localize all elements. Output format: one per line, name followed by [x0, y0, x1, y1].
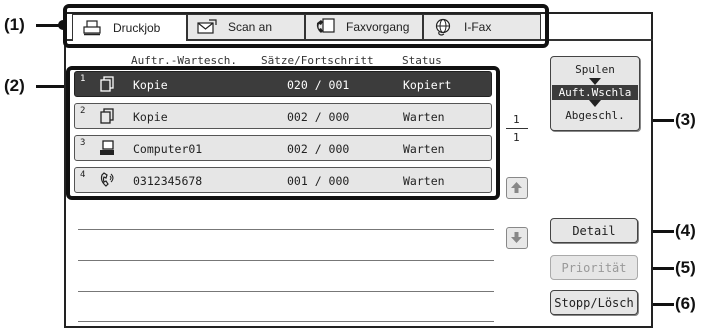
page-current: 1	[513, 113, 520, 126]
empty-row-line	[78, 321, 494, 322]
job-name: Kopie	[133, 110, 168, 124]
computer-icon	[99, 140, 115, 156]
priority-button[interactable]: Priorität	[550, 255, 638, 280]
job-row[interactable]: 4 0312345678 001 / 000 Warten	[74, 167, 492, 193]
job-number: 3	[80, 138, 86, 148]
header-queue: Auftr.-Wartesch.	[131, 54, 237, 67]
job-row[interactable]: 3 Computer01 002 / 000 Warten	[74, 135, 492, 161]
scroll-up-button[interactable]	[506, 177, 528, 199]
header-sets-progress: Sätze/Fortschritt	[261, 54, 374, 67]
job-status: Warten	[403, 174, 445, 188]
job-sets: 002 / 000	[287, 142, 350, 156]
job-number: 2	[80, 106, 86, 116]
page-total: 1	[513, 131, 520, 144]
job-sets: 002 / 000	[287, 110, 350, 124]
job-status: Warten	[403, 110, 445, 124]
stop-delete-button[interactable]: Stopp/Lösch	[550, 290, 638, 315]
arrow-up-icon	[511, 182, 522, 193]
empty-row-line	[78, 229, 494, 230]
callout-4: (4)	[675, 221, 696, 240]
job-status: Kopiert	[403, 78, 452, 92]
scroll-down-button[interactable]	[506, 227, 528, 249]
highlight-tabs	[63, 4, 549, 48]
job-status: Warten	[403, 142, 445, 156]
mode-complete-label: Abgeschl.	[565, 109, 625, 122]
empty-row-line	[78, 291, 494, 292]
job-name: 0312345678	[133, 174, 203, 188]
callout-6: (6)	[675, 294, 696, 313]
phone-icon	[99, 172, 115, 188]
triangle-down-icon	[589, 78, 601, 85]
job-name: Kopie	[133, 78, 168, 92]
job-list-mode-button[interactable]: Spulen Auft.Wschla Abgeschl.	[550, 56, 640, 131]
empty-row-line	[78, 260, 494, 261]
triangle-down-icon	[589, 100, 601, 107]
detail-button[interactable]: Detail	[550, 218, 638, 243]
callout-5: (5)	[675, 258, 696, 277]
header-status: Status	[402, 54, 442, 67]
job-number: 4	[80, 170, 86, 180]
job-name: Computer01	[133, 142, 203, 156]
mode-job-queue-label: Auft.Wschla	[552, 85, 638, 100]
job-sets: 020 / 001	[287, 78, 350, 92]
callout-2: (2)	[4, 76, 25, 95]
job-sets: 001 / 000	[287, 174, 350, 188]
job-row[interactable]: 1 Kopie 020 / 001 Kopiert	[74, 71, 492, 97]
copy-icon	[99, 76, 115, 92]
mode-spool-label: Spulen	[575, 63, 615, 76]
job-number: 1	[80, 74, 86, 84]
callout-3: (3)	[675, 110, 696, 129]
callout-1: (1)	[4, 15, 25, 34]
copy-icon	[99, 108, 115, 124]
arrow-down-icon	[511, 232, 522, 243]
job-row[interactable]: 2 Kopie 002 / 000 Warten	[74, 103, 492, 129]
page-divider	[506, 128, 528, 129]
